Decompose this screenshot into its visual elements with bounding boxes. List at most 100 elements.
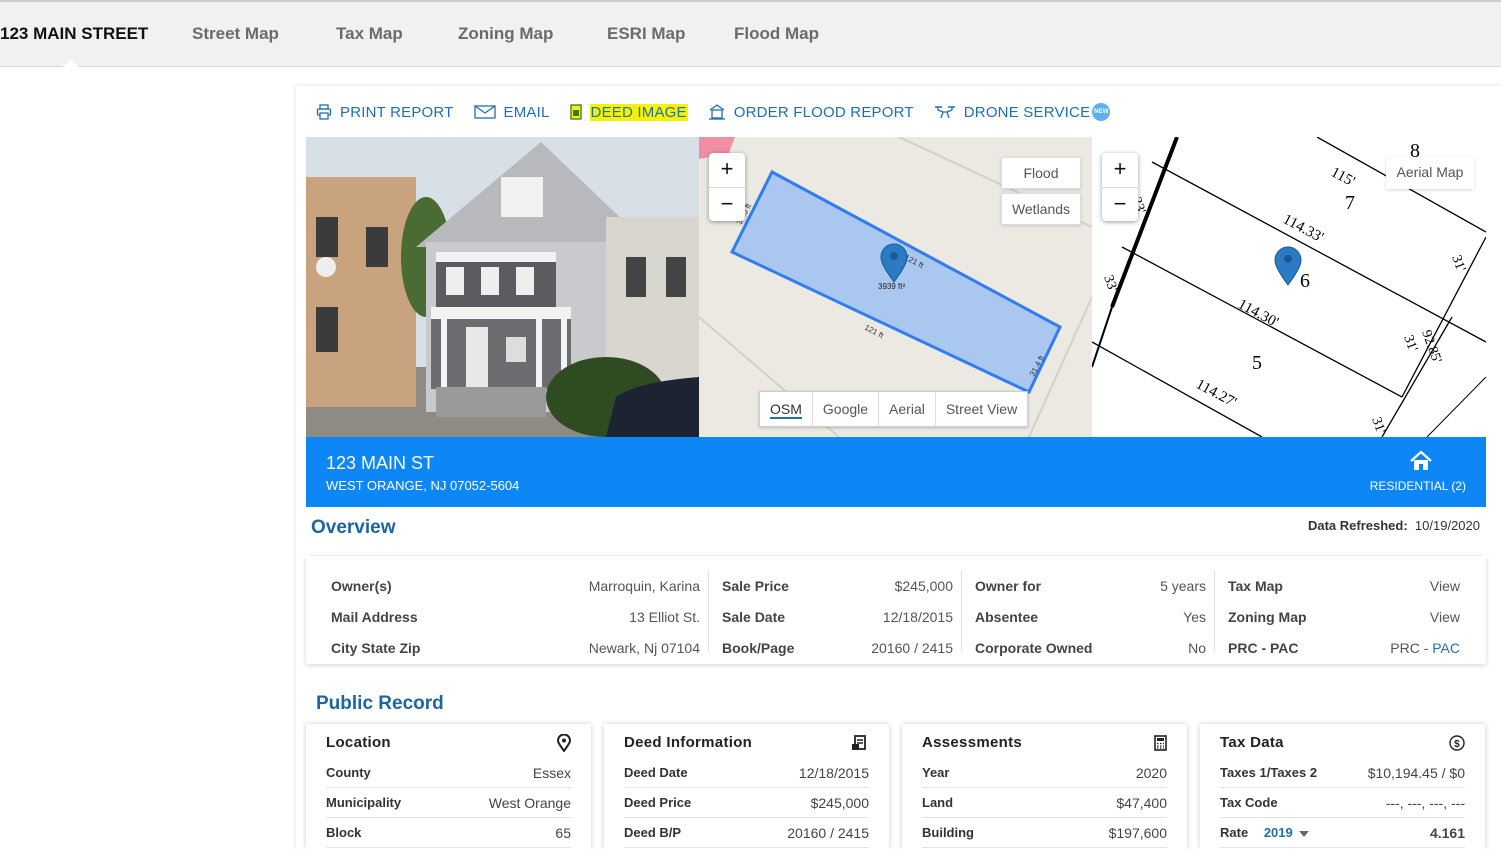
tab-street-map[interactable]: Street Map <box>192 24 279 44</box>
overview-row: Book/Page 20160 / 2415 <box>722 632 953 663</box>
overview-maps-column: Tax Map View Zoning Map View PRC - PAC PRC … <box>1215 570 1486 656</box>
lot-7-label: 7 <box>1345 192 1355 214</box>
block-value: 65 <box>555 824 571 841</box>
tax-card-header: Tax Data $ <box>1220 724 1465 758</box>
location-card: Location County Essex Municipality West Or… <box>306 724 591 849</box>
zoning-map-view-link[interactable]: View <box>1430 609 1460 625</box>
tax-map-key: Tax Map <box>1228 577 1283 594</box>
layer-google-button[interactable]: Google <box>813 392 880 426</box>
address-banner: 123 MAIN ST WEST ORANGE, NJ 07052-5604 R… <box>306 437 1486 507</box>
tab-zoning-map[interactable]: Zoning Map <box>458 24 553 44</box>
municipality-value: West Orange <box>488 794 571 811</box>
overview-row: PRC - PAC PRC - PAC <box>1228 632 1460 663</box>
area-label: 3939 ft² <box>878 282 905 291</box>
deed-price-value: $245,000 <box>810 794 869 811</box>
deed-image-button[interactable]: DEED IMAGE <box>569 103 688 121</box>
rate-value: 4.161 <box>1429 824 1465 841</box>
deed-price-key: Deed Price <box>624 795 692 810</box>
deed-card-title: Deed Information <box>624 734 753 751</box>
deed-bp-link[interactable]: 20160 / 2415 <box>787 825 869 841</box>
zoning-map-key: Zoning Map <box>1228 608 1307 625</box>
flood-layer-button[interactable]: Flood <box>1001 157 1081 189</box>
table-row: Tax Code ---, ---, ---, --- <box>1220 788 1465 818</box>
overview-row: Owner(s) Marroquin, Karina <box>331 570 700 601</box>
tab-esri-map[interactable]: ESRI Map <box>607 24 685 44</box>
rate-label-group: Rate 2019 <box>1220 825 1310 840</box>
map-layer-switcher: OSM Google Aerial Street View <box>759 391 1029 427</box>
overview-owner-column: Owner(s) Marroquin, Karina Mail Address 13… <box>306 570 709 656</box>
block-key: Block <box>326 825 362 840</box>
city-state-zip-value: Newark, Nj 07104 <box>588 639 700 656</box>
tax-map-view-link[interactable]: View <box>1430 578 1460 594</box>
book-page-link[interactable]: 20160 / 2415 <box>871 640 953 656</box>
deed-document-icon <box>852 734 866 750</box>
lot-5-label: 5 <box>1252 352 1262 374</box>
order-flood-report-button[interactable]: ORDER FLOOD REPORT <box>708 104 914 121</box>
dollar-circle-icon: $ <box>1449 734 1465 751</box>
location-card-header: Location <box>326 724 571 758</box>
layer-street-view-button[interactable]: Street View <box>936 392 1027 426</box>
table-row: Deed Date 12/18/2015 <box>624 758 869 788</box>
parcel-zoom-control: + − <box>709 153 745 221</box>
printer-icon <box>316 104 332 120</box>
municipality-key: Municipality <box>326 795 402 810</box>
overview-row: Sale Date 12/18/2015 <box>722 601 953 632</box>
tax-zoom-in-button[interactable]: + <box>1102 153 1138 187</box>
overview-row: Sale Price $245,000 <box>722 570 953 601</box>
email-button[interactable]: EMAIL <box>473 104 550 121</box>
table-row: Year 2020 <box>922 758 1167 788</box>
corporate-owned-value: No <box>1188 639 1206 656</box>
house-icon <box>1410 450 1432 470</box>
drone-service-button[interactable]: DRONE SERVICE NEW <box>934 103 1111 121</box>
tab-property[interactable]: 123 MAIN STREET <box>0 24 148 44</box>
drone-service-label: DRONE SERVICE <box>963 103 1091 121</box>
pac-link[interactable]: PAC <box>1432 640 1460 656</box>
overview-row: Corporate Owned No <box>975 632 1206 663</box>
table-row: Block 65 <box>326 818 571 848</box>
sale-price-key: Sale Price <box>722 577 789 594</box>
wetlands-layer-button[interactable]: Wetlands <box>1001 193 1081 225</box>
tax-zoom-out-button[interactable]: − <box>1102 187 1138 221</box>
zoom-in-button[interactable]: + <box>709 153 745 187</box>
rate-key: Rate <box>1220 825 1249 840</box>
table-row: Deed B/P 20160 / 2415 <box>624 818 869 848</box>
layer-aerial-button[interactable]: Aerial <box>879 392 936 426</box>
tab-flood-map[interactable]: Flood Map <box>734 24 819 44</box>
taxes-key: Taxes 1/Taxes 2 <box>1220 765 1318 780</box>
tax-code-key: Tax Code <box>1220 795 1278 810</box>
zoom-out-button[interactable]: − <box>709 187 745 221</box>
mail-address-key: Mail Address <box>331 608 418 625</box>
book-page-key: Book/Page <box>722 639 795 656</box>
table-row: Building $197,600 <box>922 818 1167 848</box>
tab-tax-map[interactable]: Tax Map <box>336 24 403 44</box>
active-tab-indicator <box>61 59 81 69</box>
print-report-button[interactable]: PRINT REPORT <box>316 104 454 121</box>
building-icon <box>708 104 725 120</box>
deed-card-header: Deed Information <box>624 724 869 758</box>
county-key: County <box>326 765 371 780</box>
overview-row: Zoning Map View <box>1228 601 1460 632</box>
assessments-card: Assessments Year 2020 Land $47,400 Buildin… <box>902 724 1187 849</box>
layer-osm-button[interactable]: OSM <box>760 392 813 426</box>
table-row: Taxes 1/Taxes 2 $10,194.45 / $0 <box>1220 758 1465 788</box>
envelope-icon <box>473 105 496 119</box>
rate-year-select[interactable]: 2019 <box>1264 825 1310 840</box>
deed-image-label: DEED IMAGE <box>589 103 688 121</box>
property-photo <box>306 137 699 437</box>
prc-pac-value: PRC - PAC <box>1390 640 1460 656</box>
year-value: 2020 <box>1135 764 1167 781</box>
deed-date-value: 12/18/2015 <box>798 764 869 781</box>
table-row: County Essex <box>326 758 571 788</box>
overview-ownership-column: Owner for 5 years Absentee Yes Corporate O… <box>962 570 1215 656</box>
deed-info-card: Deed Information Deed Date 12/18/2015 Dee… <box>604 724 889 849</box>
location-card-title: Location <box>326 734 391 751</box>
table-row: Land $47,400 <box>922 788 1167 818</box>
data-refreshed: Data Refreshed: 10/19/2020 <box>1308 518 1480 533</box>
svg-text:$: $ <box>1454 739 1460 750</box>
drone-icon <box>934 106 955 119</box>
owner-value: Marroquin, Karina <box>588 577 700 594</box>
tax-code-value: ---, ---, ---, --- <box>1385 794 1465 811</box>
aerial-map-button[interactable]: Aerial Map <box>1386 157 1474 189</box>
tax-map[interactable]: 8 7 6 5 115' 114.33' 114.30' 114.27' 33'… <box>1092 137 1486 437</box>
corporate-owned-key: Corporate Owned <box>975 639 1093 656</box>
